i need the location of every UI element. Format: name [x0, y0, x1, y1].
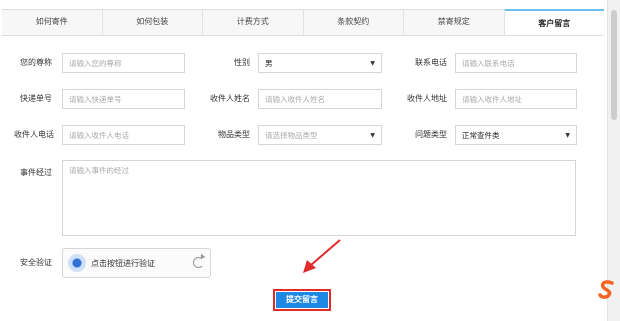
- scroll-thumb[interactable]: [611, 10, 617, 120]
- sogou-ime-icon[interactable]: [597, 279, 617, 299]
- scrollbar[interactable]: [607, 0, 620, 321]
- annotation-arrow-icon: [303, 239, 341, 273]
- message-panel: 如何寄件 如何包装 计费方式 条款契约 禁寄规定 客户留言 您的尊称 请输入您的…: [0, 0, 606, 321]
- submit-highlight: 提交留言: [273, 289, 331, 311]
- submit-button[interactable]: 提交留言: [276, 292, 328, 308]
